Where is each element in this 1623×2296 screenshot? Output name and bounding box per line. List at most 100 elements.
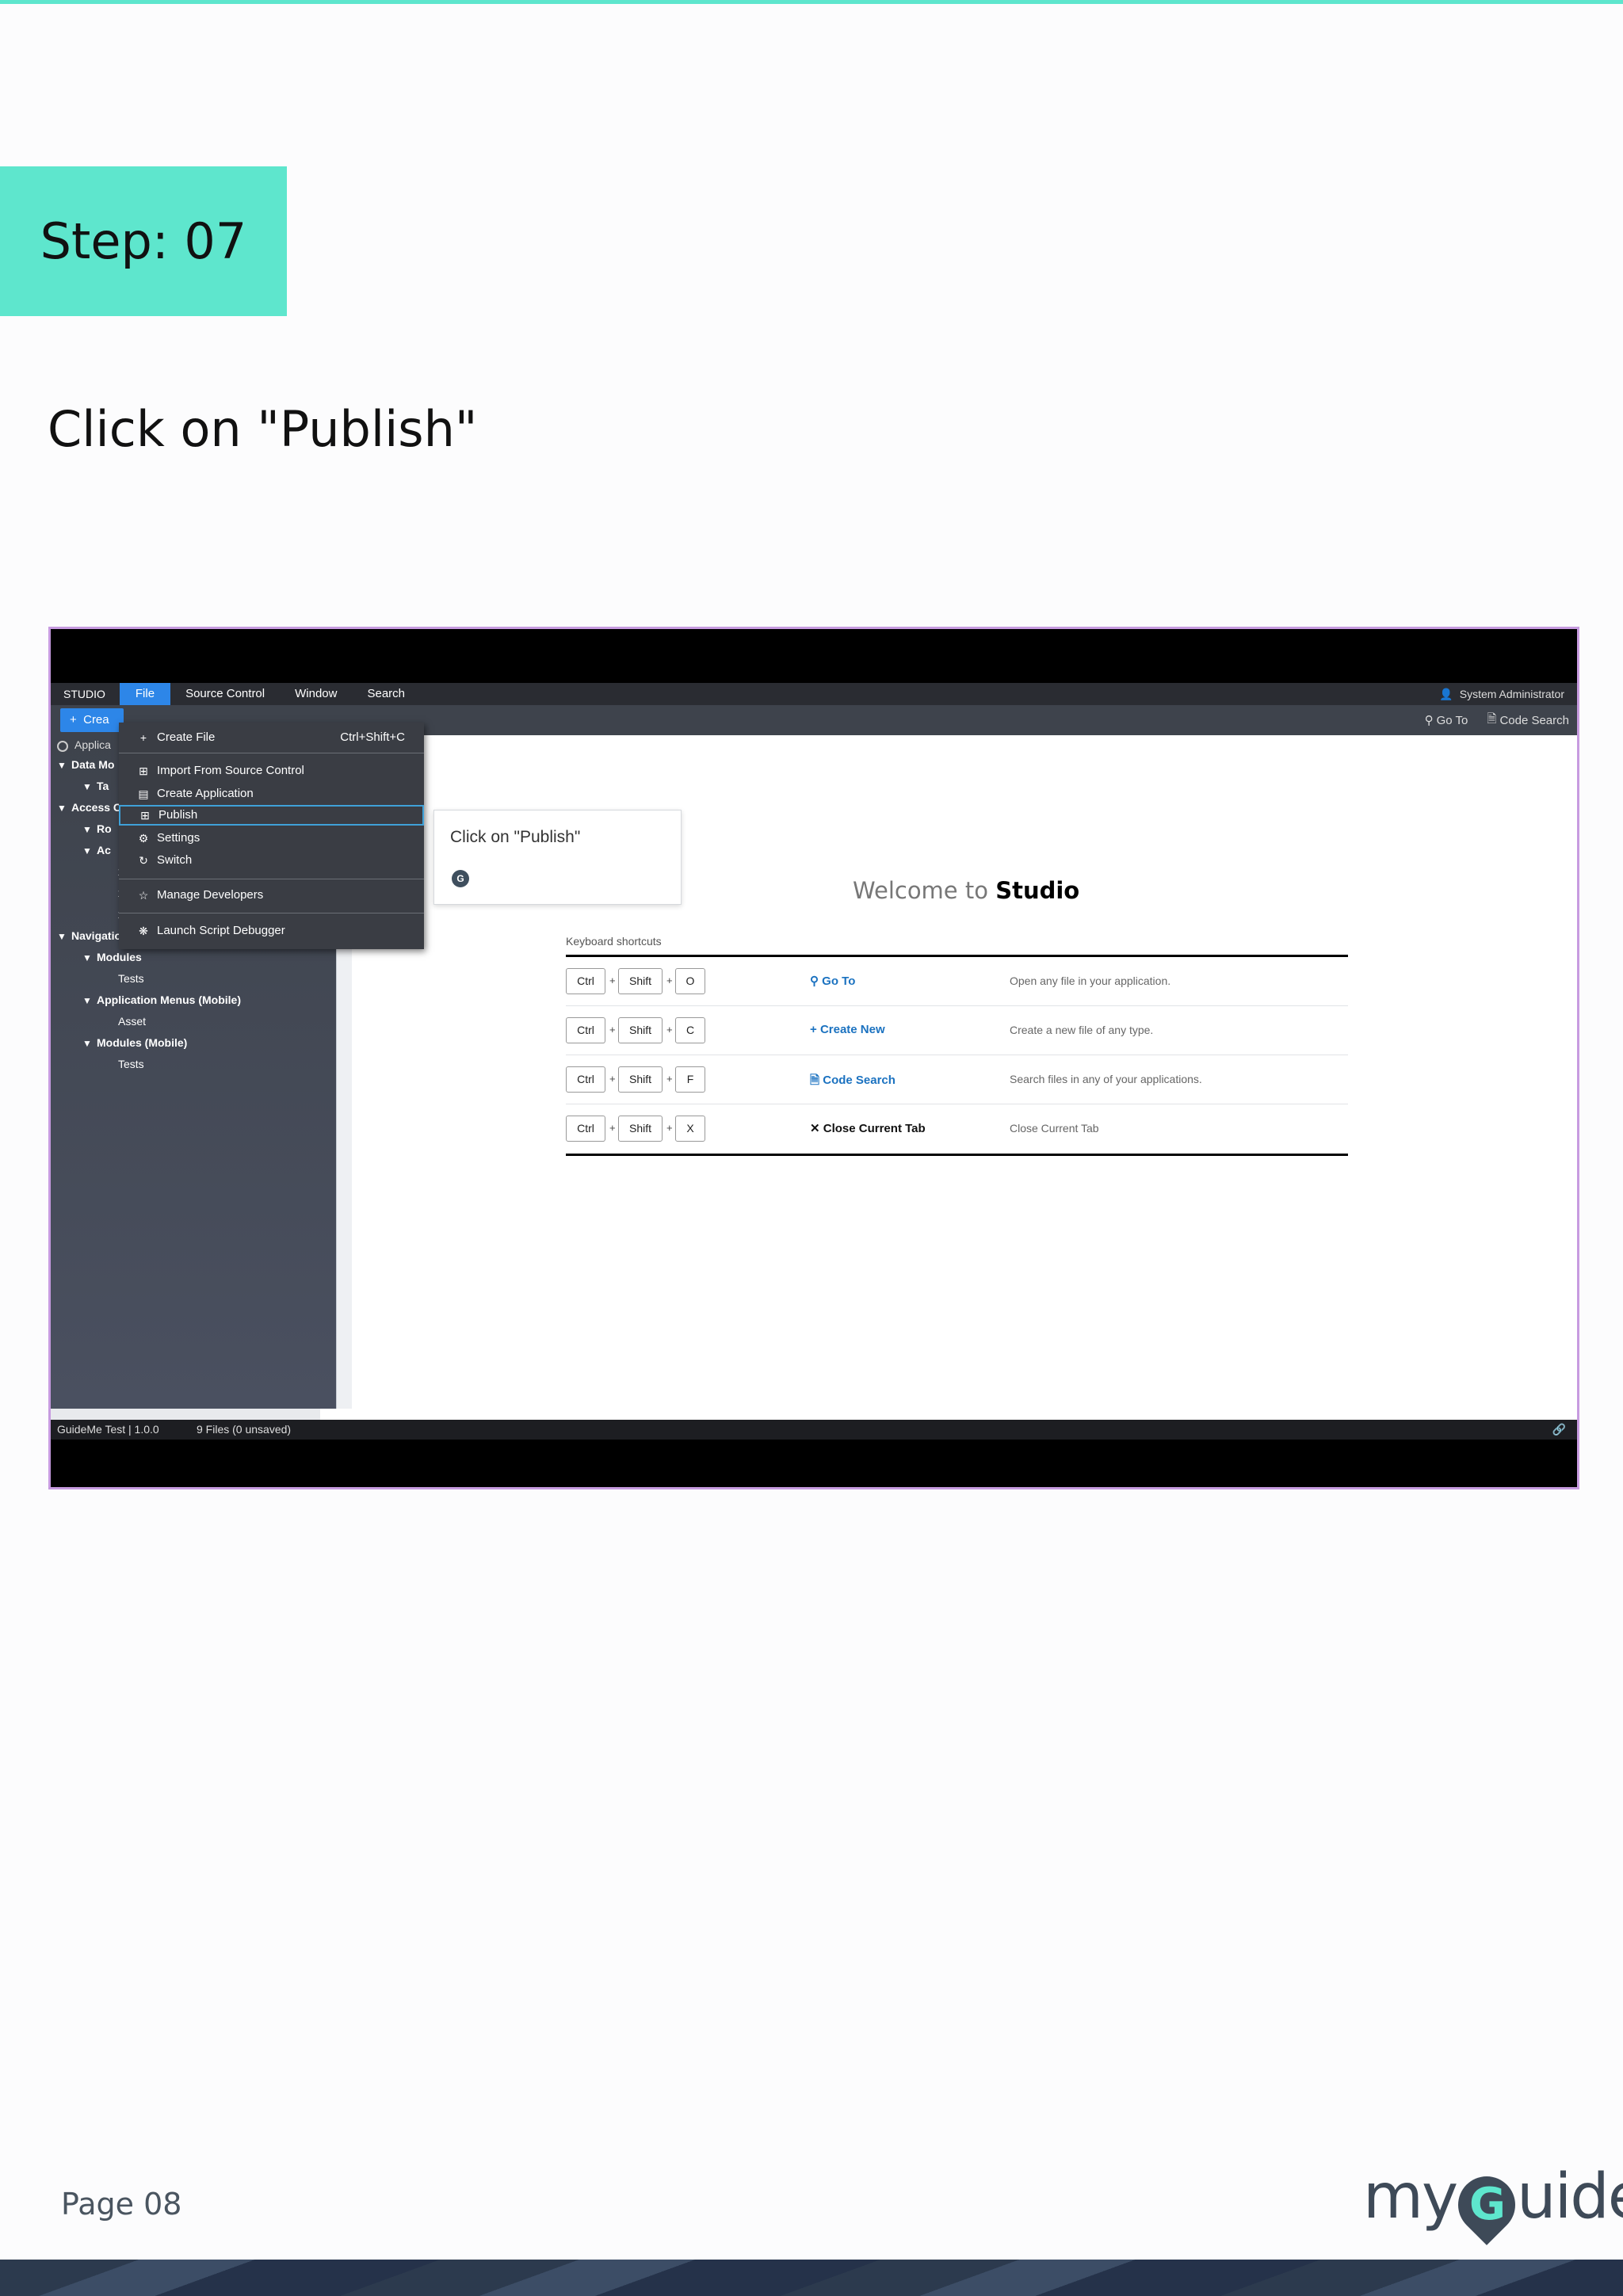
shortcut-action-link[interactable]: + Create New [810,1023,885,1036]
expand-triangle-icon[interactable]: ▼ [82,990,97,1011]
tree-item-label: Tests [118,972,144,985]
app-version: GuideMe Test | 1.0.0 [57,1423,159,1436]
key-ctrl: Ctrl [566,968,605,994]
bug-icon: ❋ [139,925,148,937]
application-icon: ▤ [138,788,149,800]
expand-triangle-icon[interactable]: ▼ [82,1033,97,1054]
myguide-pin-icon: G [452,870,469,887]
plus-sign: + [609,1073,616,1085]
shortcut-description: Search files in any of your applications… [1010,1073,1202,1085]
expand-triangle-icon[interactable]: ▼ [82,948,97,968]
close-icon: ✕ [810,1122,823,1135]
developers-icon: ☆ [138,889,149,902]
expand-triangle-icon[interactable]: ▼ [82,841,97,861]
expand-triangle-icon[interactable]: ▼ [57,798,71,818]
page-number: Page 08 [61,2187,182,2222]
myguide-logo: myGuide [1363,2153,1623,2245]
key-shift: Shift [618,1017,663,1043]
key-shift: Shift [618,1066,663,1093]
menu-item-switch[interactable]: ↻ Switch [119,850,424,871]
key-shift: Shift [618,1116,663,1142]
menu-search[interactable]: Search [352,683,420,705]
plus-sign: + [609,1024,616,1035]
plus-sign: + [666,1024,673,1035]
key-letter: F [675,1066,705,1093]
step-badge: Step: 07 [0,166,287,316]
user-menu[interactable]: 👤 System Administrator [1439,688,1564,701]
tree-item-label: Data Mo [71,758,115,771]
goto-button[interactable]: ⚲ Go To [1424,713,1468,728]
plus-icon: + [139,731,147,744]
expand-triangle-icon[interactable]: ▼ [82,819,97,840]
create-application-file-button[interactable]: + Crea [60,708,124,732]
plus-sign: + [666,974,673,986]
menu-window[interactable]: Window [280,683,352,705]
shortcut-description: Open any file in your application. [1010,974,1171,987]
logo-pin-icon: G [1446,2164,1528,2245]
tree-item[interactable]: ▼ Application Menus (Mobile) [51,990,336,1011]
guide-tooltip: Click on "Publish" G [433,810,682,905]
tree-item[interactable]: ▼ Modules [51,947,336,968]
tree-item[interactable]: Asset [51,1011,336,1032]
search-icon: ⚲ [1424,714,1434,727]
guide-tooltip-text: Click on "Publish" [450,828,581,846]
tree-item-label: Application Menus (Mobile) [97,994,241,1006]
menu-studio[interactable]: STUDIO [51,683,120,705]
expand-triangle-icon[interactable]: ▼ [57,755,71,776]
menu-item-import[interactable]: ⊞ Import From Source Control [119,761,424,781]
menu-file[interactable]: File [119,683,171,705]
plus-icon: + [810,1023,820,1036]
plus-sign: + [666,1073,673,1085]
menu-item-publish[interactable]: ⊞ Publish [119,805,424,826]
tree-item-label: Ta [97,780,109,792]
shortcut-row: Ctrl + Shift + X ✕ Close Current Tab Close Cur… [566,1104,1348,1154]
shortcut-description: Close Current Tab [1010,1122,1099,1135]
gear-icon: ⚙ [138,832,149,845]
key-ctrl: Ctrl [566,1066,605,1093]
shortcuts-table: Ctrl + Shift + O ⚲ Go To Open any file in your… [566,955,1348,1156]
tree-item-label: Modules (Mobile) [97,1036,188,1049]
import-icon: ⊞ [139,765,148,777]
tree-item[interactable]: Tests [51,1054,336,1075]
menu-item-launch-debugger[interactable]: ❋ Launch Script Debugger [119,921,424,941]
shortcut-action-link[interactable]: ✕ Close Current Tab [810,1121,926,1135]
expand-triangle-icon[interactable]: ▼ [57,926,71,947]
shortcut-row: Ctrl + Shift + F 🗎 Code Search Search files in… [566,1055,1348,1104]
studio-menubar: STUDIO File Source Control Window Search… [51,683,1577,705]
tree-item[interactable]: Tests [51,968,336,990]
menu-source-control[interactable]: Source Control [170,683,280,705]
link-icon[interactable]: 🔗 [1552,1420,1566,1440]
menu-item-create-application[interactable]: ▤ Create Application [119,784,424,804]
file-count: 9 Files (0 unsaved) [197,1423,292,1436]
menu-item-manage-developers[interactable]: ☆ Manage Developers [119,885,424,906]
file-search-icon: 🗎 [810,1074,823,1087]
tree-item-label: Ac [97,844,111,856]
plus-sign: + [666,1122,673,1134]
shortcut-action-link[interactable]: 🗎 Code Search [810,1072,896,1092]
search-icon: ⚲ [810,974,823,988]
switch-icon: ↻ [139,854,148,867]
key-ctrl: Ctrl [566,1116,605,1142]
status-bar: GuideMe Test | 1.0.0 9 Files (0 unsaved)… [51,1420,1577,1440]
shortcut-description: Create a new file of any type. [1010,1024,1154,1036]
menu-item-create-file[interactable]: + Create File Ctrl+Shift+C [119,727,424,748]
shortcut-action-link[interactable]: ⚲ Go To [810,974,855,988]
step-label: Step: 07 [40,212,247,270]
tree-item[interactable]: ▼ Modules (Mobile) [51,1032,336,1054]
shortcut-row: Ctrl + Shift + O ⚲ Go To Open any file in your… [566,957,1348,1006]
tree-item-label: Asset [118,1015,147,1028]
shortcuts-title: Keyboard shortcuts [566,935,662,948]
welcome-heading: Welcome to Studio [853,877,1080,904]
key-shift: Shift [618,968,663,994]
key-ctrl: Ctrl [566,1017,605,1043]
user-name: System Administrator [1459,688,1564,700]
code-search-button[interactable]: 🗎 Code Search [1487,711,1569,730]
key-letter: O [675,968,705,994]
screenshot-frame: STUDIO File Source Control Window Search… [48,627,1579,1489]
tree-item-label: Tests [118,1058,144,1070]
sidebar-horizontal-scrollbar[interactable] [51,1409,320,1420]
menu-item-settings[interactable]: ⚙ Settings [119,828,424,849]
publish-icon: ⊞ [140,809,150,822]
expand-triangle-icon[interactable]: ▼ [82,776,97,797]
plus-sign: + [609,1122,616,1134]
